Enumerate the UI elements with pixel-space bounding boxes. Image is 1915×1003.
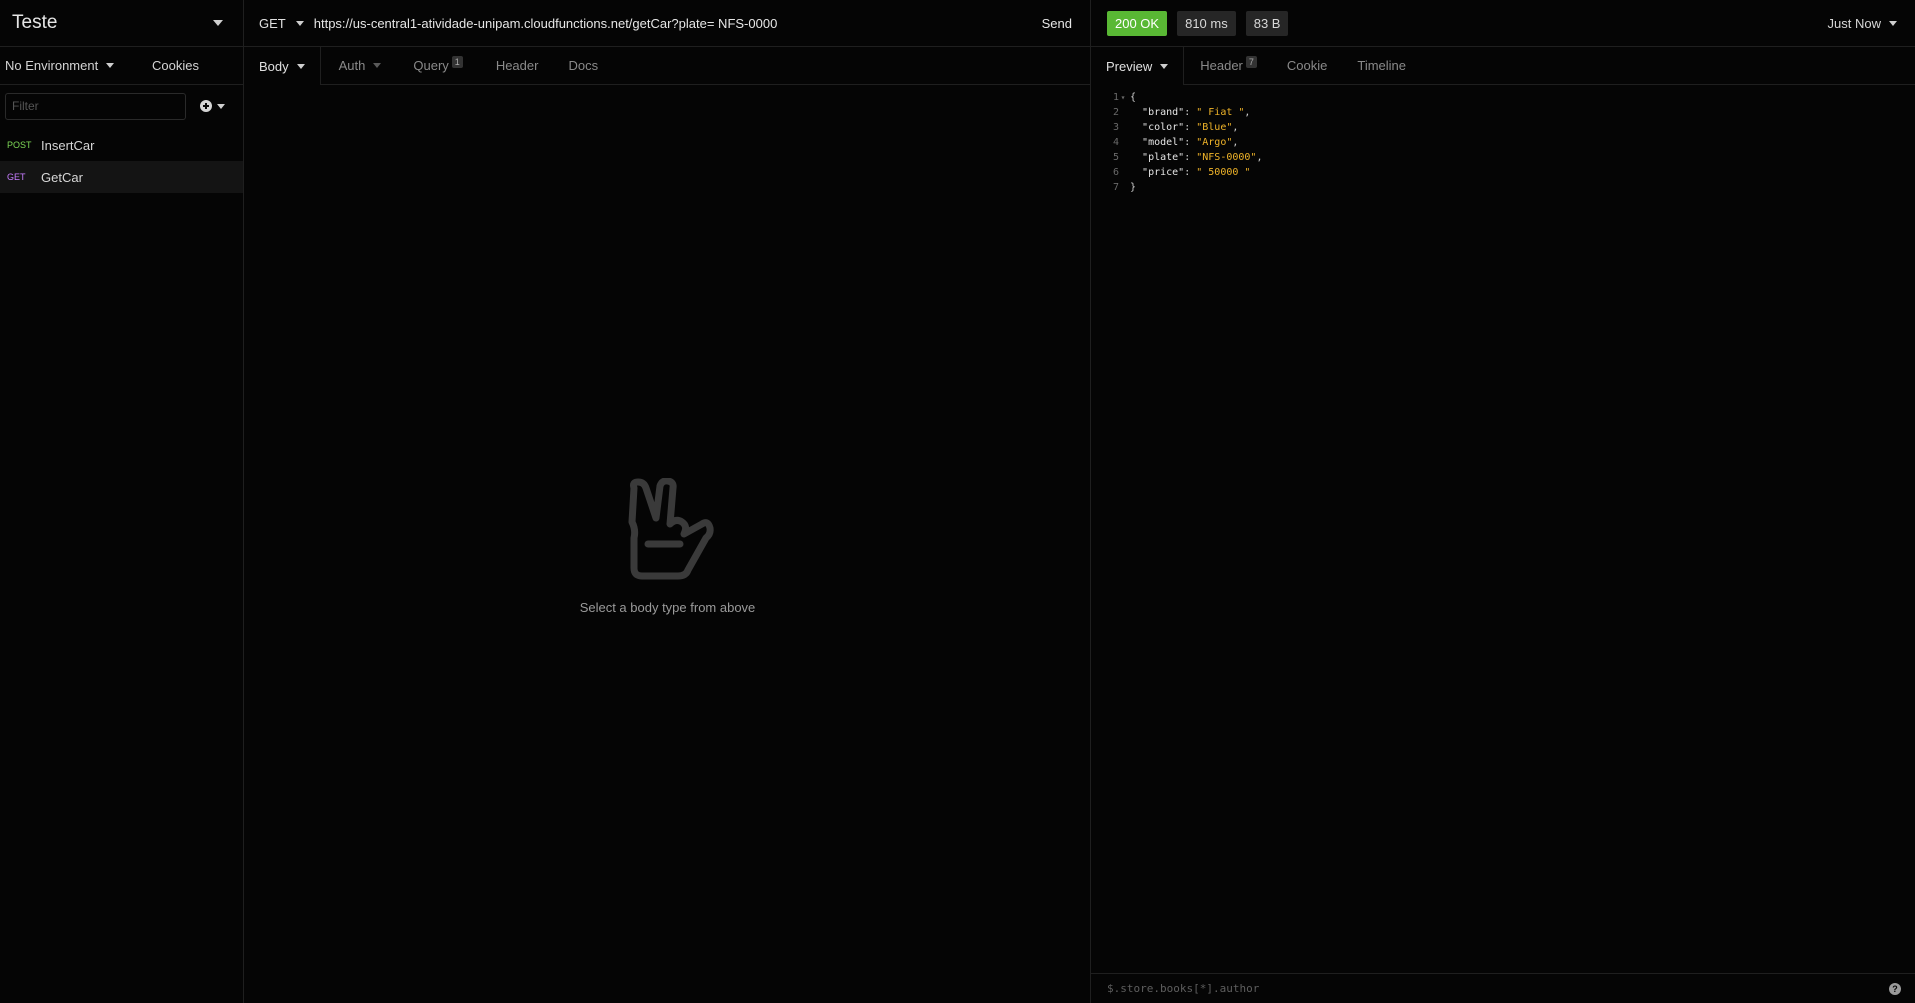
tab-label: Auth — [338, 58, 366, 73]
tab-query[interactable]: Query 1 — [399, 47, 477, 84]
code-line: 5 "plate": "NFS-0000", — [1091, 150, 1915, 165]
tab-label: Cookie — [1286, 58, 1328, 73]
line-number: 5 — [1112, 152, 1119, 163]
json-key: "model" — [1142, 137, 1185, 148]
tab-docs[interactable]: Docs — [553, 47, 613, 84]
json-key: "plate" — [1142, 152, 1185, 163]
sidebar-filter-input[interactable] — [5, 92, 186, 120]
code-text: { — [1130, 92, 1137, 103]
fold-icon[interactable]: ▾ — [1119, 93, 1127, 102]
tab-label: Header — [495, 58, 539, 73]
line-number: 1 — [1112, 92, 1119, 103]
count-badge: 7 — [1245, 55, 1257, 68]
code-text: } — [1130, 182, 1137, 193]
json-value: "NFS-0000" — [1196, 152, 1257, 163]
tab-cookie[interactable]: Cookie — [1272, 47, 1342, 84]
url-bar: GET Send — [244, 0, 1090, 47]
tab-label: Header — [1200, 58, 1243, 73]
line-number: 7 — [1112, 182, 1119, 193]
response-status-bar: 200 OK 810 ms 83 B Just Now — [1091, 0, 1915, 47]
response-body: 1 ▾ { 2 "brand": " Fiat ", 3 "color": "B… — [1091, 85, 1915, 195]
json-value: " 50000 " — [1196, 167, 1251, 178]
code-line: 1 ▾ { — [1091, 90, 1915, 105]
method-badge: POST — [7, 140, 32, 150]
history-label: Just Now — [1827, 15, 1881, 31]
code-line: 7 } — [1091, 180, 1915, 195]
sidebar: Teste No Environment Cookies POST Insert… — [0, 0, 244, 1003]
environment-dropdown[interactable]: No Environment — [5, 58, 115, 73]
workspace-title: Teste — [12, 12, 58, 33]
request-name: GetCar — [41, 169, 83, 185]
tab-label: Docs — [568, 58, 599, 73]
request-list: POST InsertCar GET GetCar — [0, 129, 243, 193]
request-tabs: Body Auth Query 1 Header Docs — [244, 47, 1090, 85]
method-label: GET — [259, 15, 286, 31]
tab-response-header[interactable]: Header 7 — [1184, 47, 1272, 84]
tab-label: Preview — [1106, 58, 1153, 74]
tab-header[interactable]: Header — [478, 47, 554, 84]
json-value: "Argo" — [1196, 137, 1233, 148]
help-icon[interactable]: ? — [1889, 982, 1901, 995]
tab-preview[interactable]: Preview — [1091, 47, 1185, 85]
line-number: 6 — [1112, 167, 1119, 178]
jsonpath-filter-input[interactable] — [1107, 982, 1807, 995]
request-pane: GET Send Body Auth Query 1 Header Docs — [244, 0, 1091, 1003]
chevron-down-icon — [106, 63, 115, 68]
chevron-down-icon — [295, 20, 304, 26]
tab-label: Query — [413, 58, 449, 73]
tab-timeline[interactable]: Timeline — [1342, 47, 1421, 84]
chevron-down-icon — [217, 103, 225, 109]
url-input[interactable] — [311, 0, 1024, 46]
send-button[interactable]: Send — [1024, 0, 1090, 46]
plus-circle-icon — [200, 100, 212, 112]
chevron-down-icon — [296, 63, 305, 69]
workspace-menu[interactable]: Teste — [0, 0, 243, 47]
json-key: "color" — [1142, 122, 1185, 133]
time-badge: 810 ms — [1177, 10, 1236, 36]
method-dropdown[interactable]: GET — [244, 0, 312, 46]
code-line: 4 "model": "Argo", — [1091, 135, 1915, 150]
cookies-button[interactable]: Cookies — [152, 58, 199, 73]
chevron-down-icon — [1889, 20, 1897, 26]
json-value: "Blue" — [1196, 122, 1233, 133]
environment-label: No Environment — [5, 58, 99, 73]
add-request-button[interactable] — [200, 100, 225, 112]
chevron-down-icon — [1160, 63, 1169, 69]
count-badge: 1 — [451, 55, 463, 68]
code-line: 3 "color": "Blue", — [1091, 120, 1915, 135]
json-key: "price" — [1142, 167, 1185, 178]
line-number: 4 — [1112, 137, 1119, 148]
list-item[interactable]: POST InsertCar — [0, 129, 243, 161]
list-item[interactable]: GET GetCar — [0, 161, 243, 193]
response-tabs: Preview Header 7 Cookie Timeline — [1091, 47, 1915, 85]
json-key: "brand" — [1142, 107, 1185, 118]
method-badge: GET — [7, 172, 26, 182]
response-filter-bar: ? — [1091, 973, 1915, 1003]
code-line: 2 "brand": " Fiat ", — [1091, 105, 1915, 120]
tab-label: Body — [259, 58, 289, 74]
chevron-down-icon — [213, 20, 223, 26]
line-number: 3 — [1112, 122, 1119, 133]
tab-label: Timeline — [1357, 58, 1407, 73]
environment-row: No Environment Cookies — [0, 47, 243, 85]
code-line: 6 "price": " 50000 " — [1091, 165, 1915, 180]
status-badge: 200 OK — [1107, 10, 1168, 36]
response-pane: 200 OK 810 ms 83 B Just Now Preview Head… — [1091, 0, 1915, 1003]
filter-row — [0, 85, 243, 127]
size-badge: 83 B — [1245, 10, 1289, 36]
line-number: 2 — [1112, 107, 1119, 118]
json-value: " Fiat " — [1196, 107, 1245, 118]
empty-message: Select a body type from above — [579, 600, 756, 615]
empty-body-state: Select a body type from above — [244, 478, 1091, 615]
peace-hand-icon — [628, 478, 714, 580]
request-name: InsertCar — [41, 137, 95, 153]
chevron-down-icon — [373, 63, 382, 68]
history-dropdown[interactable]: Just Now — [1828, 16, 1897, 31]
tab-auth[interactable]: Auth — [321, 47, 400, 84]
tab-body[interactable]: Body — [244, 47, 321, 85]
